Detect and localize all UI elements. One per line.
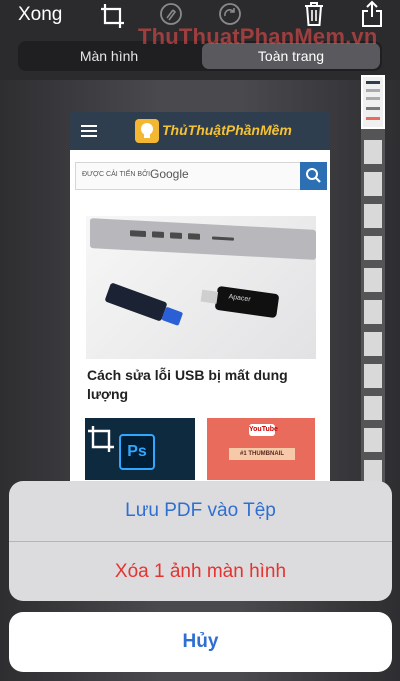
- page-thumbnail[interactable]: [364, 396, 382, 420]
- usb-drive-black: Apacer: [200, 285, 280, 319]
- action-sheet: Lưu PDF vào Tệp Xóa 1 ảnh màn hình: [9, 481, 392, 601]
- page-thumbnail[interactable]: [364, 268, 382, 292]
- lightbulb-logo-icon: [135, 119, 159, 143]
- site-search-box: ĐƯỢC CẢI TIẾN BỞI Google: [75, 162, 302, 190]
- page-thumbnail[interactable]: [364, 428, 382, 452]
- save-pdf-to-files-button[interactable]: Lưu PDF vào Tệp: [9, 481, 392, 541]
- watermark: ThuThuatPhanMem.vn: [138, 24, 378, 49]
- crop-icon[interactable]: [99, 2, 127, 35]
- page-thumbnail[interactable]: [364, 204, 382, 228]
- article-hero-image: Apacer: [86, 216, 316, 359]
- page-thumbnail[interactable]: [364, 172, 382, 196]
- photoshop-logo-icon: Ps: [119, 434, 155, 470]
- search-hint: ĐƯỢC CẢI TIẾN BỞI: [82, 171, 151, 178]
- site-header: ThủThuậtPhầnMềm: [70, 112, 330, 150]
- selected-page-thumbnail[interactable]: [361, 75, 385, 129]
- cancel-button[interactable]: Hủy: [9, 612, 392, 672]
- page-thumbnail[interactable]: [364, 332, 382, 356]
- page-thumbnail[interactable]: [364, 236, 382, 260]
- delete-screenshot-button[interactable]: Xóa 1 ảnh màn hình: [9, 542, 392, 601]
- youtube-logo-icon: YouTube: [249, 424, 278, 436]
- crop-handle-icon[interactable]: [86, 424, 116, 459]
- hamburger-menu-icon: [81, 124, 97, 143]
- search-brand: Google: [150, 167, 189, 181]
- site-logo-text: ThủThuậtPhầnMềm: [162, 122, 292, 138]
- page-thumbnail[interactable]: [364, 364, 382, 388]
- search-icon: [300, 162, 327, 190]
- usb-drive-blue: [104, 282, 184, 326]
- page-thumbnail[interactable]: [364, 300, 382, 324]
- page-thumbnail[interactable]: [364, 140, 382, 164]
- laptop-image: [90, 218, 316, 260]
- done-button[interactable]: Xong: [18, 4, 62, 26]
- article-title: Cách sửa lỗi USB bị mất dung lượng: [87, 367, 288, 402]
- thumbnail-label: #1 THUMBNAIL: [229, 448, 295, 460]
- youtube-thumbnail: YouTube #1 THUMBNAIL: [207, 418, 315, 480]
